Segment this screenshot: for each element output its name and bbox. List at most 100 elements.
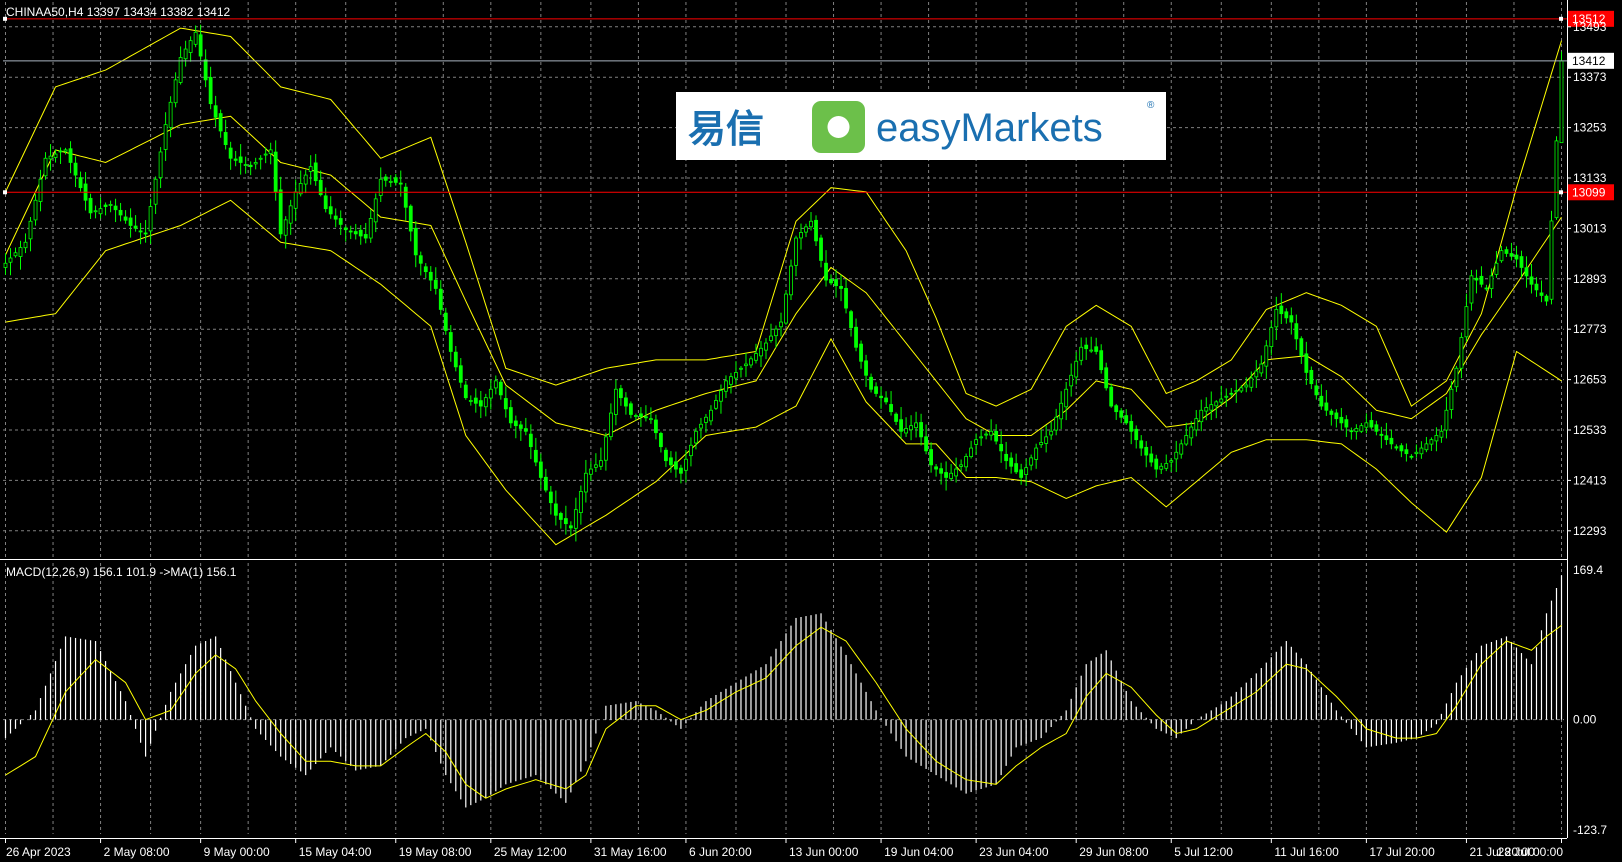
candle-body — [208, 77, 213, 105]
candle-body — [1024, 467, 1029, 475]
candle-body — [93, 210, 98, 213]
time-tick-label: 11 Jul 16:00 — [1274, 845, 1339, 859]
candle-body — [118, 209, 123, 216]
candle-body — [974, 439, 979, 445]
logo-registered: ® — [1147, 100, 1155, 111]
macd-tick-label: 169.4 — [1573, 563, 1603, 577]
candle-body — [573, 509, 578, 529]
candle-body — [33, 199, 38, 221]
candle-body — [1479, 275, 1484, 285]
candle-body — [1224, 395, 1229, 398]
candle-body — [779, 321, 783, 328]
candle-body — [363, 234, 368, 239]
candle-body — [699, 423, 703, 429]
logo-white-dot — [827, 116, 850, 138]
candle-body — [1174, 451, 1179, 460]
candle-body — [1054, 416, 1059, 431]
candle-body — [223, 132, 228, 146]
candle-body — [894, 413, 898, 422]
candle-body — [1134, 428, 1139, 441]
logo-chinese-text: 易信 — [688, 107, 764, 151]
time-tick-label: 31 May 16:00 — [594, 845, 667, 859]
candle-body — [954, 468, 959, 477]
candle-body — [939, 468, 944, 474]
candle-body — [373, 198, 378, 223]
candle-body — [724, 380, 728, 392]
candle-body — [1539, 292, 1544, 296]
trading-chart[interactable]: 135121309913412 134931337313253131331301… — [0, 0, 1622, 862]
candle-body — [468, 400, 473, 402]
candle-body — [133, 225, 138, 229]
candle-body — [198, 34, 203, 57]
candle-body — [523, 428, 528, 432]
level-handle-right[interactable] — [1559, 190, 1563, 195]
candle-body — [814, 219, 818, 242]
candle-body — [889, 404, 893, 413]
candle-body — [403, 186, 408, 208]
candle-body — [163, 124, 168, 150]
candle-body — [1044, 436, 1049, 444]
candle-body — [498, 381, 503, 396]
candle-body — [1354, 428, 1359, 433]
level-handle-left[interactable] — [3, 190, 7, 195]
candle-body — [588, 468, 593, 475]
candle-body — [183, 48, 188, 60]
time-tick-label: 29 Jun 08:00 — [1079, 845, 1149, 859]
candle-body — [423, 266, 428, 273]
time-tick-label: 5 Jul 12:00 — [1174, 845, 1233, 859]
macd-legend: MACD(12,26,9) 156.1 101.9 ->MA(1) 156.1 — [6, 565, 237, 579]
candle-body — [443, 312, 448, 331]
time-tick-label: 15 May 04:00 — [299, 845, 372, 859]
candle-body — [1404, 449, 1409, 455]
candle-body — [593, 464, 598, 468]
candle-body — [28, 220, 33, 240]
candle-body — [1509, 253, 1514, 257]
candle-body — [308, 166, 313, 172]
candle-body — [1384, 435, 1389, 441]
candle-body — [378, 178, 383, 196]
candle-body — [704, 416, 708, 423]
candle-body — [679, 467, 683, 474]
candle-body — [799, 232, 803, 239]
price-tick-label: 12653 — [1573, 373, 1607, 387]
candle-body — [804, 226, 808, 233]
candle-body — [744, 363, 748, 367]
candle-body — [1369, 420, 1374, 428]
candle-body — [1114, 405, 1119, 413]
candle-body — [1374, 424, 1379, 432]
candle-body — [23, 241, 28, 249]
chart-title: CHINAA50,H4 13397 13434 13382 13412 — [6, 5, 231, 19]
candle-body — [1419, 447, 1424, 455]
candle-body — [714, 400, 718, 409]
candle-body — [1049, 430, 1054, 436]
candle-body — [1439, 430, 1444, 438]
candle-body — [548, 491, 553, 504]
candle-body — [1484, 287, 1489, 290]
candle-body — [1059, 402, 1064, 420]
candle-body — [729, 376, 733, 385]
candle-body — [513, 420, 518, 427]
price-tick-label: 12293 — [1573, 524, 1607, 538]
candle-body — [684, 458, 688, 471]
candle-body — [784, 293, 788, 324]
candle-body — [1039, 442, 1044, 446]
candle-body — [78, 177, 83, 189]
candle-body — [944, 472, 949, 478]
candle-body — [218, 113, 223, 132]
candle-body — [608, 412, 613, 438]
candle-body — [1164, 463, 1169, 469]
macd-tick-label: 0.00 — [1573, 713, 1597, 727]
candle-body — [639, 413, 643, 417]
level-handle-right[interactable] — [1559, 16, 1563, 21]
candle-body — [1234, 390, 1239, 393]
candle-body — [48, 155, 53, 160]
candle-body — [273, 151, 278, 193]
candle-body — [1399, 445, 1404, 452]
candle-body — [1169, 460, 1174, 463]
candle-body — [233, 158, 238, 161]
candle-body — [333, 215, 338, 220]
candle-body — [1154, 458, 1159, 470]
candle-body — [1444, 409, 1449, 431]
candle-body — [203, 59, 208, 81]
candle-body — [794, 237, 798, 266]
